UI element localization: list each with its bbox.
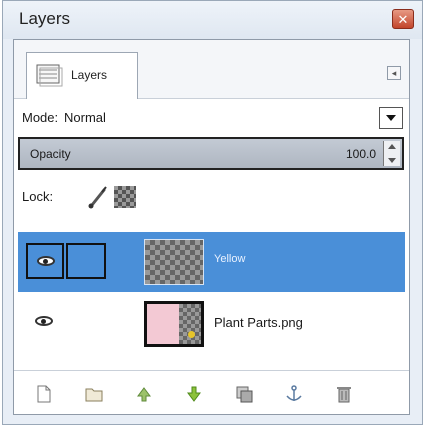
new-layer-group-icon[interactable] [84,384,104,404]
tab-strip: Layers ◂ [14,40,409,99]
lock-pixels-brush-icon[interactable] [86,185,110,209]
duplicate-layer-icon[interactable] [234,384,254,404]
chevron-down-icon [386,115,396,121]
new-layer-icon[interactable] [34,384,54,404]
visibility-toggle[interactable] [26,243,64,279]
thumbnail-dot [188,331,195,338]
layer-row-selected[interactable]: Yellow [18,232,405,292]
layers-stack-icon [35,63,63,87]
layers-window: Layers ✕ Layers ◂ Mode: Normal Opacity 1… [2,0,423,425]
mode-value[interactable]: Normal [64,110,106,125]
raise-layer-icon[interactable] [134,384,154,404]
title-bar[interactable]: Layers ✕ [3,1,422,39]
thumbnail-transparency [179,304,201,344]
visibility-toggle[interactable] [26,305,64,341]
opacity-value[interactable]: 100.0 [346,147,376,161]
eye-icon [37,256,55,266]
layers-toolbar [14,376,409,412]
anchor-layer-icon[interactable] [284,384,304,404]
chain-toggle[interactable] [66,243,106,279]
mode-dropdown-button[interactable] [379,107,403,129]
layer-name[interactable]: Yellow [214,253,245,265]
tab-menu-icon: ◂ [391,68,397,78]
opacity-label: Opacity [30,147,71,161]
lock-label: Lock: [22,189,54,204]
opacity-slider[interactable]: Opacity 100.0 [18,137,404,170]
tab-layers[interactable]: Layers [26,52,138,99]
layer-thumbnail [144,301,204,347]
mode-label: Mode: [22,110,59,125]
close-button[interactable]: ✕ [392,9,414,29]
lower-layer-icon[interactable] [184,384,204,404]
layer-thumbnail [144,239,204,285]
layers-list: Yellow Plant Parts.png [18,220,405,358]
mode-row: Mode: Normal [14,104,409,132]
close-icon: ✕ [397,12,409,27]
lock-row: Lock: [14,182,409,212]
lock-alpha-checker-icon[interactable] [114,186,136,208]
window-title: Layers [19,9,71,28]
delete-layer-icon[interactable] [334,384,354,404]
tab-label: Layers [71,68,108,82]
tab-menu-button[interactable]: ◂ [387,66,401,80]
spin-up-icon[interactable] [388,144,396,149]
layer-row[interactable]: Plant Parts.png [18,294,405,354]
opacity-spinner[interactable] [383,141,400,166]
spin-down-icon[interactable] [388,158,396,163]
eye-icon [35,316,53,326]
toolbar-divider [14,370,409,371]
layers-dock-panel: Layers ◂ Mode: Normal Opacity 100.0 Lock… [13,39,410,415]
layer-name[interactable]: Plant Parts.png [214,315,303,330]
